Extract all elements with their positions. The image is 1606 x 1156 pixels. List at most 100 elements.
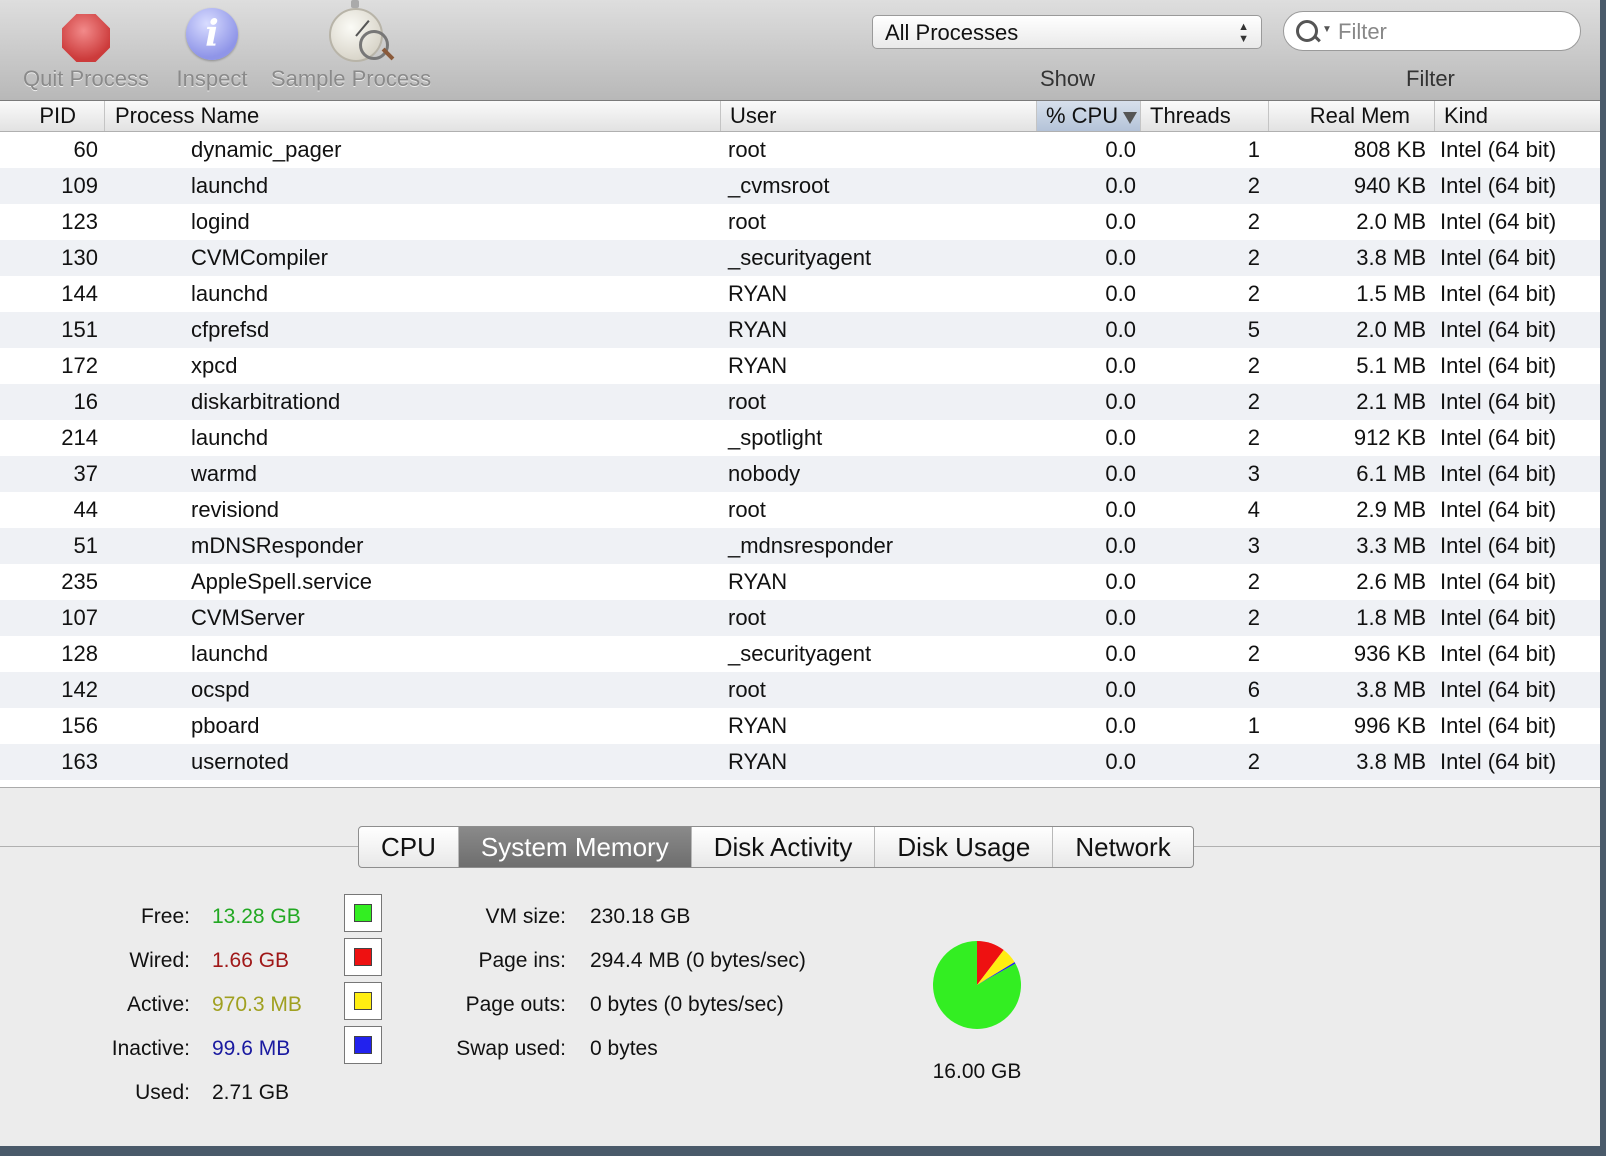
- cell-kind: Intel (64 bit): [1440, 389, 1557, 414]
- sample-process-button[interactable]: Sample Process: [266, 0, 436, 92]
- cell-pid: 172: [61, 353, 98, 378]
- cell-mem: 3.8 MB: [1356, 677, 1426, 702]
- cell-name: mDNSResponder: [191, 533, 364, 558]
- inactive-color-swatch[interactable]: [344, 1026, 382, 1064]
- free-label: Free:: [140, 905, 190, 928]
- column-header-pid[interactable]: PID: [0, 101, 104, 131]
- cell-name: launchd: [191, 281, 269, 306]
- table-row[interactable]: 156 pboard RYAN 0.0 1 996 KB Intel (64 bit): [0, 708, 1600, 744]
- wired-color-swatch[interactable]: [344, 938, 382, 976]
- cell-threads: 2: [1247, 749, 1260, 774]
- column-header-threads[interactable]: Threads: [1140, 101, 1268, 131]
- cell-name: CVMCompiler: [191, 245, 328, 270]
- show-label: Show: [1040, 66, 1096, 91]
- cell-user: root: [728, 209, 766, 234]
- table-row[interactable]: 37 warmd nobody 0.0 3 6.1 MB Intel (64 bit): [0, 456, 1600, 492]
- cell-cpu: 0.0: [1105, 317, 1136, 342]
- chevron-down-icon: ▼: [1322, 24, 1332, 35]
- cell-cpu: 0.0: [1105, 137, 1136, 162]
- show-processes-select[interactable]: All Processes ▲ ▼: [872, 15, 1262, 49]
- table-row[interactable]: 172 xpcd RYAN 0.0 2 5.1 MB Intel (64 bit): [0, 348, 1600, 384]
- table-row[interactable]: 214 launchd _spotlight 0.0 2 912 KB Intel (64 …: [0, 420, 1600, 456]
- cell-mem: 6.1 MB: [1356, 461, 1426, 486]
- cell-mem: 2.9 MB: [1356, 497, 1426, 522]
- cell-user: root: [728, 677, 766, 702]
- table-row[interactable]: 109 launchd _cvmsroot 0.0 2 940 KB Intel (64 b…: [0, 168, 1600, 204]
- cpu-header-label: % CPU: [1046, 103, 1119, 128]
- cell-threads: 2: [1247, 641, 1260, 666]
- cell-cpu: 0.0: [1105, 605, 1136, 630]
- inspect-button[interactable]: i Inspect: [168, 0, 256, 92]
- cell-kind: Intel (64 bit): [1440, 137, 1557, 162]
- cell-threads: 3: [1247, 461, 1260, 486]
- cell-user: _spotlight: [728, 425, 823, 450]
- cell-kind: Intel (64 bit): [1440, 641, 1557, 666]
- table-row[interactable]: 123 logind root 0.0 2 2.0 MB Intel (64 bit): [0, 204, 1600, 240]
- cell-mem: 808 KB: [1353, 137, 1426, 162]
- cell-mem: 2.1 MB: [1356, 389, 1426, 414]
- column-header-cpu[interactable]: % CPU: [1036, 101, 1140, 131]
- cell-cpu: 0.0: [1105, 569, 1136, 594]
- cell-mem: 1.5 MB: [1356, 281, 1426, 306]
- filter-search-field[interactable]: ▼: [1283, 11, 1581, 51]
- wired-label: Wired:: [129, 949, 190, 972]
- table-row[interactable]: 107 CVMServer root 0.0 2 1.8 MB Intel (64 bit): [0, 600, 1600, 636]
- used-label: Used:: [135, 1081, 190, 1104]
- table-row[interactable]: 16 diskarbitrationd root 0.0 2 2.1 MB Intel (6…: [0, 384, 1600, 420]
- cell-name: cfprefsd: [191, 317, 270, 342]
- cell-kind: Intel (64 bit): [1440, 497, 1557, 522]
- tab-network[interactable]: Network: [1052, 827, 1192, 867]
- tab-disk-activity[interactable]: Disk Activity: [690, 827, 875, 867]
- table-row[interactable]: 60 dynamic_pager root 0.0 1 808 KB Intel (64 b…: [0, 132, 1600, 168]
- tab-disk-usage[interactable]: Disk Usage: [874, 827, 1052, 867]
- cell-threads: 1: [1247, 713, 1260, 738]
- info-icon: i: [182, 0, 242, 62]
- table-row[interactable]: 151 cfprefsd RYAN 0.0 5 2.0 MB Intel (64 bit): [0, 312, 1600, 348]
- cell-pid: 107: [61, 605, 98, 630]
- active-label: Active:: [126, 993, 190, 1016]
- cell-pid: 144: [61, 281, 98, 306]
- table-row[interactable]: 163 usernoted RYAN 0.0 2 3.8 MB Intel (64 bit): [0, 744, 1600, 780]
- tab-cpu[interactable]: CPU: [359, 827, 458, 867]
- cell-pid: 235: [61, 569, 98, 594]
- cell-mem: 912 KB: [1353, 425, 1426, 450]
- filter-input[interactable]: [1336, 16, 1570, 48]
- cell-kind: Intel (64 bit): [1440, 317, 1557, 342]
- cell-threads: 3: [1247, 533, 1260, 558]
- inactive-label: Inactive:: [111, 1037, 190, 1060]
- column-header-kind[interactable]: Kind: [1434, 101, 1600, 131]
- cell-mem: 940 KB: [1353, 173, 1426, 198]
- cell-name: launchd: [191, 641, 269, 666]
- cell-user: _cvmsroot: [728, 173, 830, 198]
- inspect-label: Inspect: [176, 66, 248, 91]
- free-color-swatch[interactable]: [344, 894, 382, 932]
- tab-system-memory[interactable]: System Memory: [457, 827, 691, 867]
- cell-threads: 6: [1247, 677, 1260, 702]
- inactive-value: 99.6 MB: [212, 1037, 291, 1060]
- column-header-user[interactable]: User: [720, 101, 1036, 131]
- column-header-real-mem[interactable]: Real Mem: [1268, 101, 1434, 131]
- cell-threads: 1: [1247, 137, 1260, 162]
- table-row[interactable]: 142 ocspd root 0.0 6 3.8 MB Intel (64 bit): [0, 672, 1600, 708]
- table-row[interactable]: 128 launchd _securityagent 0.0 2 936 KB Intel …: [0, 636, 1600, 672]
- page-ins-value: 294.4 MB (0 bytes/sec): [590, 949, 806, 972]
- cell-user: RYAN: [728, 317, 788, 342]
- table-row[interactable]: 130 CVMCompiler _securityagent 0.0 2 3.8 MB In…: [0, 240, 1600, 276]
- swap-used-label: Swap used:: [456, 1037, 566, 1060]
- swap-used-value: 0 bytes: [590, 1037, 658, 1060]
- cell-cpu: 0.0: [1105, 641, 1136, 666]
- process-table-header: PID Process Name User % CPU Threads Real…: [0, 101, 1600, 132]
- process-table: 60 dynamic_pager root 0.0 1 808 KB Intel (64 b…: [0, 132, 1600, 788]
- table-row[interactable]: 51 mDNSResponder _mdnsresponder 0.0 3 3.3 MB I…: [0, 528, 1600, 564]
- table-row[interactable]: 235 AppleSpell.service RYAN 0.0 2 2.6 MB Intel…: [0, 564, 1600, 600]
- column-header-process-name[interactable]: Process Name: [104, 101, 720, 131]
- table-row[interactable]: 44 revisiond root 0.0 4 2.9 MB Intel (64 bit): [0, 492, 1600, 528]
- quit-process-button[interactable]: Quit Process: [16, 0, 156, 92]
- table-row[interactable]: 144 launchd RYAN 0.0 2 1.5 MB Intel (64 bit): [0, 276, 1600, 312]
- sample-process-label: Sample Process: [270, 66, 432, 91]
- cell-name: usernoted: [191, 749, 289, 774]
- stopwatch-magnifier-icon: [321, 0, 395, 62]
- cell-cpu: 0.0: [1105, 677, 1136, 702]
- active-color-swatch[interactable]: [344, 982, 382, 1020]
- cell-mem: 2.6 MB: [1356, 569, 1426, 594]
